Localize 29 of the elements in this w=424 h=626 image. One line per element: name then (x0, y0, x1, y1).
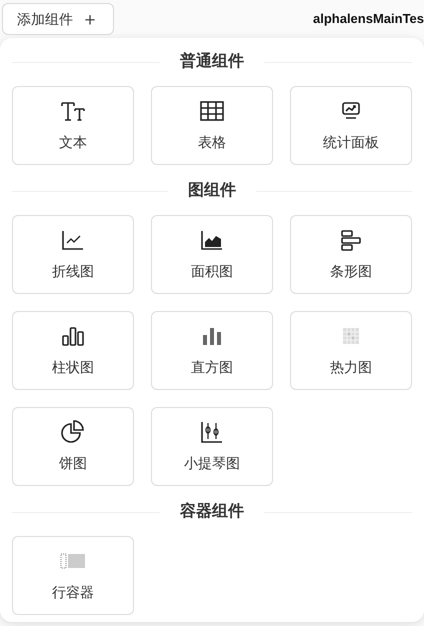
bar-chart-icon (61, 326, 85, 346)
histogram-icon (202, 327, 222, 345)
component-card[interactable]: 直方图 (151, 311, 273, 390)
violin-chart-icon (201, 421, 223, 443)
component-card[interactable]: 文本 (12, 86, 134, 165)
section-heading: 容器组件 (179, 501, 245, 522)
section-heading: 图组件 (187, 180, 237, 201)
add-component-button[interactable]: 添加组件 ＋ (2, 3, 114, 35)
area-chart-icon (201, 230, 223, 250)
pie-chart-icon (61, 420, 85, 444)
text-type-icon (60, 100, 86, 122)
component-card[interactable]: 条形图 (290, 215, 412, 294)
page-title: alphalensMainTes (312, 10, 424, 28)
component-card[interactable]: 饼图 (12, 407, 134, 486)
component-card[interactable]: 柱状图 (12, 311, 134, 390)
component-card[interactable]: 面积图 (151, 215, 273, 294)
row-container-icon (60, 553, 86, 569)
section-heading: 普通组件 (179, 50, 245, 72)
component-card[interactable]: 统计面板 (290, 86, 412, 165)
heatmap-icon (343, 328, 359, 344)
table-icon (200, 101, 224, 121)
component-card[interactable]: 折线图 (12, 215, 134, 294)
monitor-chart-icon (341, 102, 361, 120)
component-card[interactable]: 小提琴图 (151, 407, 273, 486)
component-card[interactable]: 热力图 (290, 311, 412, 390)
line-chart-icon (62, 230, 84, 250)
component-card[interactable]: 行容器 (12, 536, 134, 615)
component-card[interactable]: 表格 (151, 86, 273, 165)
horizontal-bars-icon (340, 229, 362, 251)
